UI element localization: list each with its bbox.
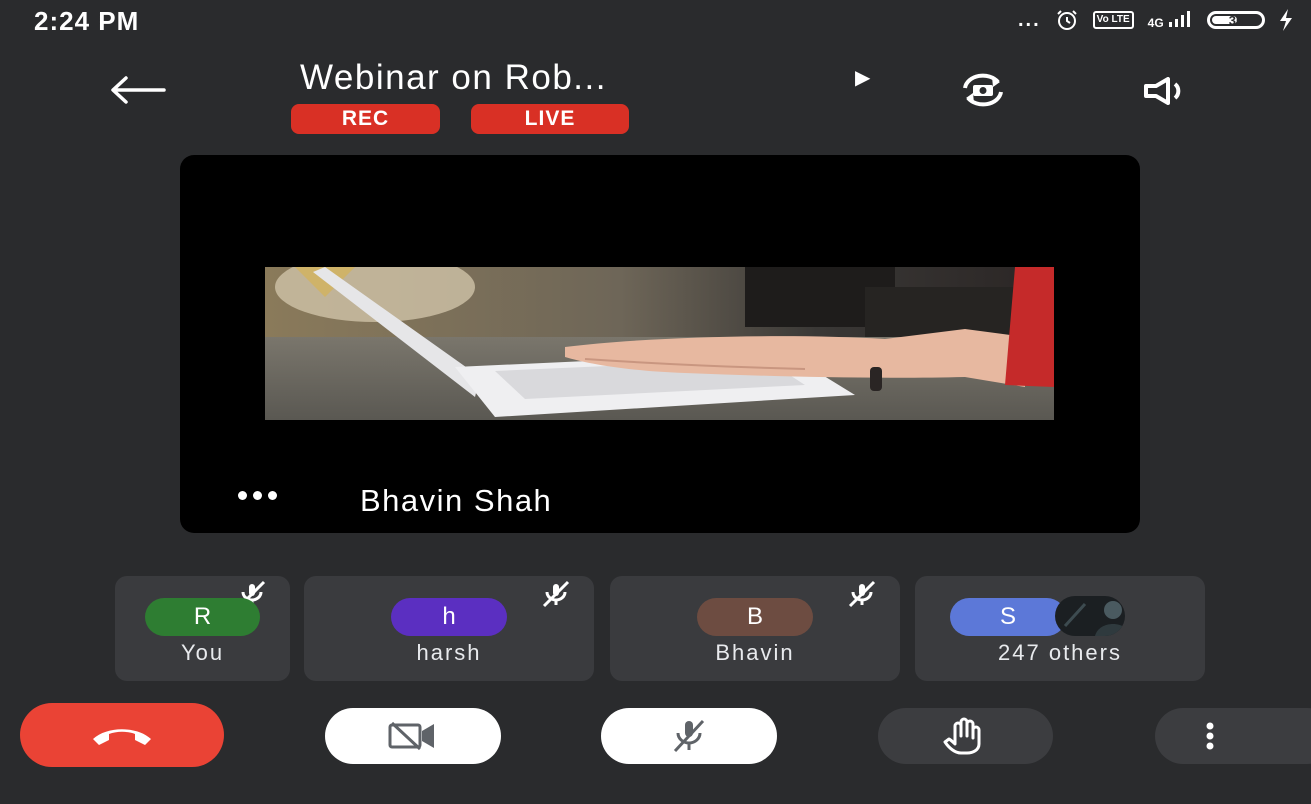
participant-tile-you[interactable]: R You — [115, 576, 290, 681]
live-badge: LIVE — [471, 104, 629, 134]
participant-name: harsh — [416, 640, 482, 665]
tile-options-icon[interactable] — [238, 491, 277, 500]
end-call-button[interactable] — [20, 703, 224, 767]
charging-icon — [1280, 9, 1292, 31]
signal-icon: 4G — [1148, 11, 1193, 29]
participant-name: 247 others — [998, 640, 1122, 665]
more-vertical-icon — [1206, 722, 1214, 750]
camera-toggle-button[interactable] — [325, 708, 501, 764]
rec-badge: REC — [291, 104, 440, 134]
participant-photo — [1055, 596, 1125, 636]
mic-off-icon — [673, 719, 705, 753]
mic-toggle-button[interactable] — [601, 708, 777, 764]
volte-icon: Vo LTE — [1092, 11, 1134, 29]
switch-camera-button[interactable] — [955, 70, 1011, 110]
back-button[interactable] — [108, 70, 168, 110]
avatar: B — [697, 598, 813, 636]
switch-camera-icon — [963, 73, 1003, 107]
alarm-icon — [1056, 10, 1077, 30]
mic-off-icon — [542, 580, 570, 608]
raise-hand-button[interactable] — [878, 708, 1053, 764]
active-speaker-name: Bhavin Shah — [360, 483, 553, 518]
avatar: R — [145, 598, 260, 636]
avatar: h — [391, 598, 507, 636]
battery-level: 35 — [1228, 12, 1244, 28]
avatar: S — [950, 598, 1066, 636]
participant-tile-others[interactable]: S 247 others — [915, 576, 1205, 681]
status-icons: ... Vo LTE 4G 35 — [1018, 6, 1293, 34]
main-video-tile[interactable]: Bhavin Shah — [180, 155, 1140, 533]
speaker-button[interactable] — [1132, 72, 1204, 110]
mic-off-icon — [848, 580, 876, 608]
back-arrow-icon — [111, 76, 166, 104]
participant-name: Bhavin — [715, 640, 795, 665]
battery-icon: 35 — [1207, 11, 1265, 29]
meeting-title[interactable]: Webinar on Rob... — [300, 58, 607, 98]
participant-tile-harsh[interactable]: h harsh — [304, 576, 594, 681]
notification-dots: ... — [1018, 8, 1041, 31]
speaker-icon — [1144, 77, 1181, 105]
more-options-button[interactable] — [1155, 708, 1311, 764]
video-feed — [265, 267, 1054, 420]
raise-hand-icon — [943, 717, 980, 755]
network-type-label: 4G — [1147, 16, 1164, 30]
camera-off-icon — [388, 721, 434, 751]
end-call-icon — [93, 729, 151, 745]
status-time: 2:24 PM — [34, 6, 140, 36]
title-expand-icon[interactable]: ▶ — [855, 65, 870, 90]
participant-tile-bhavin[interactable]: B Bhavin — [610, 576, 900, 681]
participant-name: You — [180, 640, 225, 665]
